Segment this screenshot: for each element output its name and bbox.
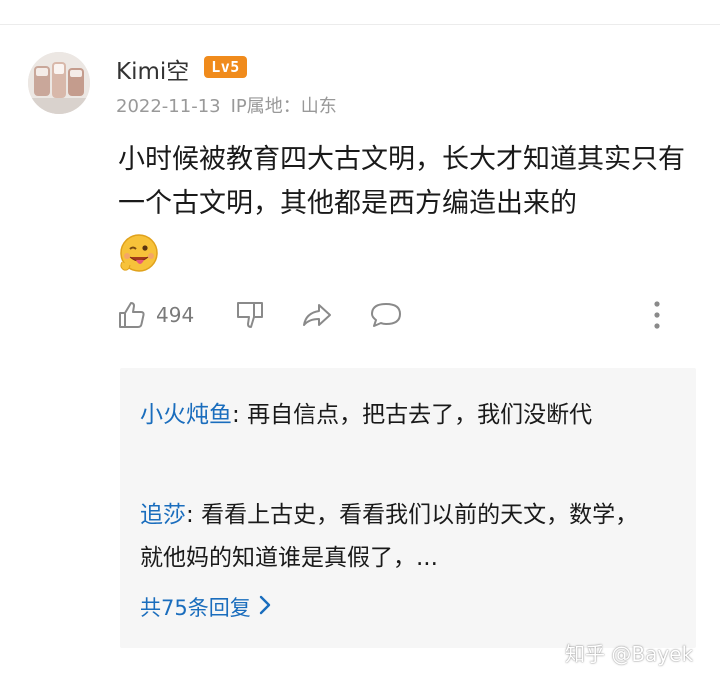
thumbs-down-icon — [234, 299, 266, 331]
watermark: 知乎 @Bayek — [565, 642, 694, 666]
like-button[interactable]: 494 — [116, 297, 194, 333]
reply-item[interactable]: 小火炖鱼: 再自信点，把古去了，我们没断代 — [140, 394, 650, 437]
share-button[interactable] — [300, 297, 334, 333]
reply-separator: : — [232, 402, 248, 428]
ip-location: IP属地：山东 — [230, 96, 337, 117]
top-divider — [0, 24, 720, 25]
level-badge: Lv5 — [204, 56, 247, 78]
view-all-replies-link[interactable]: 共75条回复 — [140, 592, 271, 622]
reply-separator: : — [186, 502, 202, 528]
reply-text: 再自信点，把古去了，我们没断代 — [247, 402, 593, 428]
wink-tongue-emoji-icon — [118, 232, 160, 274]
thumbs-up-icon — [116, 299, 148, 331]
reply-preview-panel: 小火炖鱼: 再自信点，把古去了，我们没断代 追莎: 看看上古史，看看我们以前的天… — [120, 368, 696, 648]
reply-button[interactable] — [368, 297, 404, 333]
avatar[interactable] — [28, 52, 90, 114]
dislike-button[interactable] — [234, 297, 266, 333]
comment-meta: 2022-11-13 IP属地：山东 — [116, 92, 347, 118]
speech-bubble-icon — [368, 299, 404, 331]
reply-item[interactable]: 追莎: 看看上古史，看看我们以前的天文，数学，就他妈的知道谁是真假了，... — [140, 494, 650, 580]
share-arrow-icon — [300, 299, 334, 331]
like-count: 494 — [156, 303, 195, 327]
reply-text: 看看上古史，看看我们以前的天文，数学，就他妈的知道谁是真假了，... — [140, 502, 639, 571]
chevron-right-icon — [259, 595, 271, 620]
comment-date: 2022-11-13 — [116, 96, 221, 117]
reply-author[interactable]: 追莎 — [140, 502, 186, 528]
view-all-replies-label: 共75条回复 — [140, 596, 251, 620]
username[interactable]: Kimi空 — [116, 52, 189, 86]
comment-text: 小时候被教育四大古文明，长大才知道其实只有一个古文明，其他都是西方编造出来的 — [118, 144, 685, 219]
reply-author[interactable]: 小火炖鱼 — [140, 402, 232, 428]
comment-actions: 494 — [116, 297, 696, 335]
more-options-icon[interactable] — [650, 300, 664, 330]
